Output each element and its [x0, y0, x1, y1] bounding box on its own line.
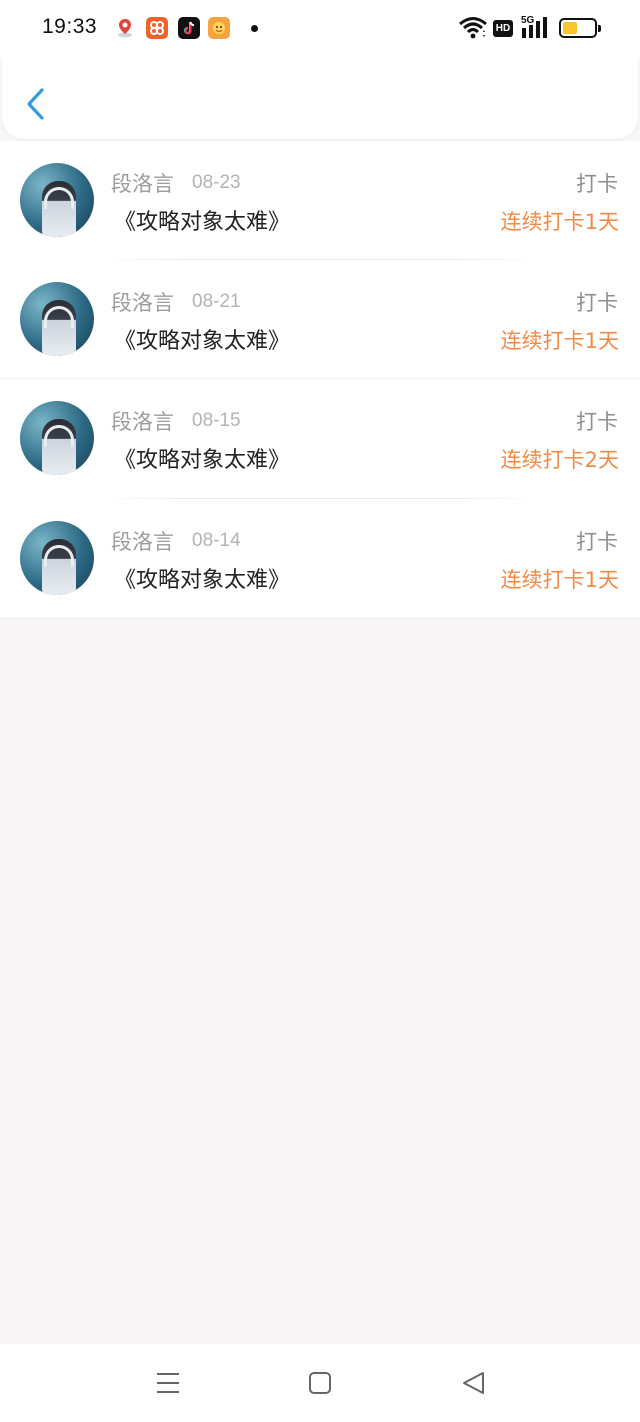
system-nav-bar [0, 1344, 640, 1422]
checkin-record-list: 段洛言 08-23 《攻略对象太难》 打卡 连续打卡1天 段洛言 08-21 《… [0, 141, 640, 619]
record-streak-label: 连续打卡1天 [500, 568, 619, 592]
record-date: 08-23 [192, 172, 241, 193]
wifi-icon [458, 16, 488, 44]
avatar[interactable] [20, 401, 94, 475]
record-date: 08-21 [192, 291, 241, 312]
chevron-left-icon [27, 88, 44, 120]
record-action-label: 打卡 [576, 172, 618, 196]
status-bar: 19:33 HD 5G [0, 0, 640, 58]
record-streak-label: 连续打卡1天 [500, 329, 619, 353]
checkin-record[interactable]: 段洛言 08-15 《攻略对象太难》 打卡 连续打卡2天 [0, 379, 640, 499]
record-action-label: 打卡 [576, 410, 618, 434]
battery-icon [559, 18, 601, 38]
status-time: 19:33 [42, 15, 98, 38]
checkin-record[interactable]: 段洛言 08-21 《攻略对象太难》 打卡 连续打卡1天 [0, 260, 640, 379]
record-action-label: 打卡 [576, 291, 618, 315]
record-book-title[interactable]: 《攻略对象太难》 [114, 562, 290, 594]
record-book-title[interactable]: 《攻略对象太难》 [114, 442, 290, 474]
more-notifications-dot-icon [251, 25, 258, 32]
divider [0, 618, 640, 619]
record-book-title[interactable]: 《攻略对象太难》 [114, 323, 290, 355]
record-streak-label: 连续打卡1天 [500, 210, 619, 234]
home-square-icon [309, 1372, 331, 1394]
checkin-record[interactable]: 段洛言 08-14 《攻略对象太难》 打卡 连续打卡1天 [0, 499, 640, 619]
record-user-name: 段洛言 [111, 291, 174, 315]
record-book-title[interactable]: 《攻略对象太难》 [114, 204, 290, 236]
record-user-name: 段洛言 [111, 410, 174, 434]
record-action-label: 打卡 [576, 530, 618, 554]
checkin-record[interactable]: 段洛言 08-23 《攻略对象太难》 打卡 连续打卡1天 [0, 141, 640, 260]
kuaikan-app-icon [146, 17, 168, 39]
avatar[interactable] [20, 521, 94, 595]
back-button[interactable] [22, 86, 52, 122]
record-streak-label: 连续打卡2天 [500, 448, 619, 472]
home-button[interactable] [307, 1370, 333, 1400]
map-pin-icon [114, 17, 136, 39]
menu-icon [157, 1373, 179, 1393]
back-triangle-icon [463, 1372, 484, 1394]
record-user-name: 段洛言 [111, 530, 174, 554]
game-app-icon [208, 17, 230, 39]
back-nav-button[interactable] [460, 1370, 488, 1400]
record-user-name: 段洛言 [111, 172, 174, 196]
avatar[interactable] [20, 163, 94, 237]
battery-level-fill [563, 22, 577, 34]
avatar[interactable] [20, 282, 94, 356]
network-label: 5G [521, 15, 535, 26]
page-header [2, 58, 638, 139]
hd-badge: HD [493, 20, 513, 37]
signal-5g-icon: 5G [521, 14, 551, 44]
record-date: 08-15 [192, 410, 241, 431]
menu-button[interactable] [154, 1370, 182, 1400]
record-date: 08-14 [192, 530, 241, 551]
tiktok-app-icon [178, 17, 200, 39]
